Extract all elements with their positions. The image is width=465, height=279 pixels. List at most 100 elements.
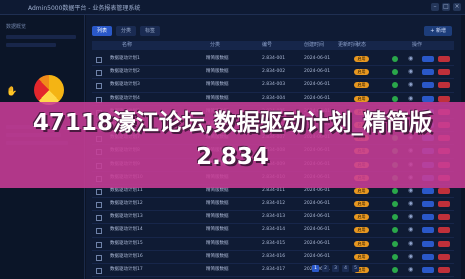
edit-button[interactable] — [422, 95, 434, 102]
row-code: 2.834-012 — [262, 201, 286, 207]
sidebar-bar — [6, 35, 76, 39]
delete-button[interactable] — [438, 227, 450, 234]
page-button-3[interactable]: 3 — [332, 265, 339, 272]
row-checkbox[interactable] — [96, 215, 102, 222]
delete-button[interactable] — [438, 69, 450, 76]
delete-button[interactable] — [438, 214, 450, 221]
row-category: 精简版数据 — [206, 82, 229, 88]
sidebar-heading: 数据概览 — [6, 24, 27, 30]
eye-icon[interactable]: ◉ — [408, 240, 414, 247]
table-row[interactable]: 数据驱动计划1精简版数据2.834-0012024-06-012024-06-0… — [92, 53, 454, 67]
row-category: 精简版数据 — [206, 214, 229, 220]
eye-icon[interactable]: ◉ — [408, 201, 414, 207]
eye-icon[interactable]: ◉ — [408, 95, 414, 102]
tab-category[interactable]: 分类 — [116, 26, 137, 36]
row-name: 数据驱动计划3 — [110, 82, 140, 88]
table-row[interactable]: 数据驱动计划3精简版数据2.834-0032024-06-012024-06-0… — [92, 79, 454, 93]
eye-icon[interactable]: ◉ — [408, 187, 414, 194]
column-header-status: 状态 — [356, 42, 367, 48]
delete-button[interactable] — [438, 187, 450, 194]
status-badge: 启用 — [354, 56, 369, 62]
row-category: 精简版数据 — [206, 267, 229, 272]
row-checkbox[interactable] — [96, 70, 102, 77]
delete-button[interactable] — [438, 82, 450, 89]
tab-list[interactable]: 列表 — [92, 26, 113, 36]
row-code: 2.834-017 — [262, 267, 286, 272]
table-row[interactable]: 数据驱动计划17精简版数据2.834-0172024-06-012024-06-… — [92, 264, 454, 278]
edit-button[interactable] — [422, 214, 434, 221]
table-row[interactable]: 数据驱动计划2精简版数据2.834-0022024-06-012024-06-0… — [92, 66, 454, 80]
status-dot-icon — [392, 56, 398, 62]
delete-button[interactable] — [438, 95, 450, 102]
delete-button[interactable] — [438, 201, 450, 208]
status-dot-icon — [392, 214, 398, 221]
column-header-actions: 操作 — [412, 42, 423, 48]
status-badge: 启用 — [354, 240, 369, 247]
eye-icon[interactable]: ◉ — [408, 227, 414, 233]
table-row[interactable]: 数据驱动计划16精简版数据2.834-0162024-06-012024-06-… — [92, 251, 454, 264]
edit-button[interactable] — [422, 201, 434, 208]
eye-icon[interactable]: ◉ — [408, 267, 414, 273]
edit-button[interactable] — [422, 187, 434, 194]
row-checkbox[interactable] — [96, 188, 102, 195]
row-code: 2.834-016 — [262, 253, 286, 259]
eye-icon[interactable]: ◉ — [408, 69, 414, 75]
table-row[interactable]: 数据驱动计划12精简版数据2.834-0122024-06-012024-06-… — [92, 198, 454, 212]
row-checkbox[interactable] — [96, 83, 102, 90]
row-name: 数据驱动计划12 — [110, 201, 143, 207]
row-name: 数据驱动计划1 — [110, 56, 140, 61]
page-button-4[interactable]: 4 — [342, 265, 349, 272]
close-icon[interactable]: × — [453, 3, 461, 11]
table-row[interactable]: 数据驱动计划14精简版数据2.834-0142024-06-012024-06-… — [92, 224, 454, 238]
edit-button[interactable] — [422, 69, 434, 76]
edit-button[interactable] — [422, 82, 434, 89]
page-button-5[interactable]: 5 — [352, 265, 359, 272]
edit-button[interactable] — [422, 253, 434, 260]
status-dot-icon — [392, 82, 398, 89]
status-badge: 启用 — [354, 227, 369, 234]
minimize-icon[interactable]: – — [431, 3, 439, 11]
row-checkbox[interactable] — [96, 202, 102, 209]
edit-button[interactable] — [422, 56, 434, 62]
row-name: 数据驱动计划16 — [110, 253, 143, 259]
page-button-1[interactable]: 1 — [312, 265, 319, 272]
row-category: 精简版数据 — [206, 56, 229, 61]
eye-icon[interactable]: ◉ — [408, 253, 414, 260]
edit-button[interactable] — [422, 227, 434, 234]
row-checkbox[interactable] — [96, 228, 102, 235]
eye-icon[interactable]: ◉ — [408, 214, 414, 220]
row-category: 精简版数据 — [206, 69, 229, 75]
table-row[interactable]: 数据驱动计划15精简版数据2.834-0152024-06-012024-06-… — [92, 238, 454, 251]
table-header: 名称 分类 编号 创建时间 更新时间 状态 操作 — [92, 41, 454, 50]
row-name: 数据驱动计划13 — [110, 214, 143, 220]
eye-icon[interactable]: ◉ — [408, 82, 414, 88]
edit-button[interactable] — [422, 240, 434, 247]
row-category: 精简版数据 — [206, 201, 229, 207]
delete-button[interactable] — [438, 253, 450, 260]
add-button[interactable]: + 新增 — [424, 26, 452, 36]
sidebar-bar — [6, 43, 56, 47]
row-code: 2.834-003 — [262, 82, 286, 88]
delete-button[interactable] — [438, 267, 450, 273]
row-name: 数据驱动计划15 — [110, 240, 143, 246]
window-controls: – □ × — [431, 3, 461, 11]
table-row[interactable]: 数据驱动计划13精简版数据2.834-0132024-06-012024-06-… — [92, 211, 454, 225]
pie-chart — [34, 75, 64, 105]
row-checkbox[interactable] — [96, 57, 102, 63]
row-checkbox[interactable] — [96, 254, 102, 261]
row-checkbox[interactable] — [96, 241, 102, 248]
edit-button[interactable] — [422, 267, 434, 273]
row-checkbox[interactable] — [96, 268, 102, 274]
tab-tags[interactable]: 标签 — [140, 26, 161, 36]
page-button-2[interactable]: 2 — [322, 265, 329, 272]
eye-icon[interactable]: ◉ — [408, 56, 414, 62]
row-code: 2.834-015 — [262, 240, 286, 246]
overlay-headline: 47118濠江论坛,数据驱动计划_精简版2.834 — [32, 110, 433, 170]
status-badge: 启用 — [354, 69, 369, 76]
delete-button[interactable] — [438, 56, 450, 62]
row-category: 精简版数据 — [206, 227, 229, 233]
column-header-created: 创建时间 — [304, 42, 325, 48]
maximize-icon[interactable]: □ — [442, 3, 450, 11]
window-title: Admin5000数据平台 - 业务报表管理系统 — [28, 4, 141, 12]
delete-button[interactable] — [438, 240, 450, 247]
